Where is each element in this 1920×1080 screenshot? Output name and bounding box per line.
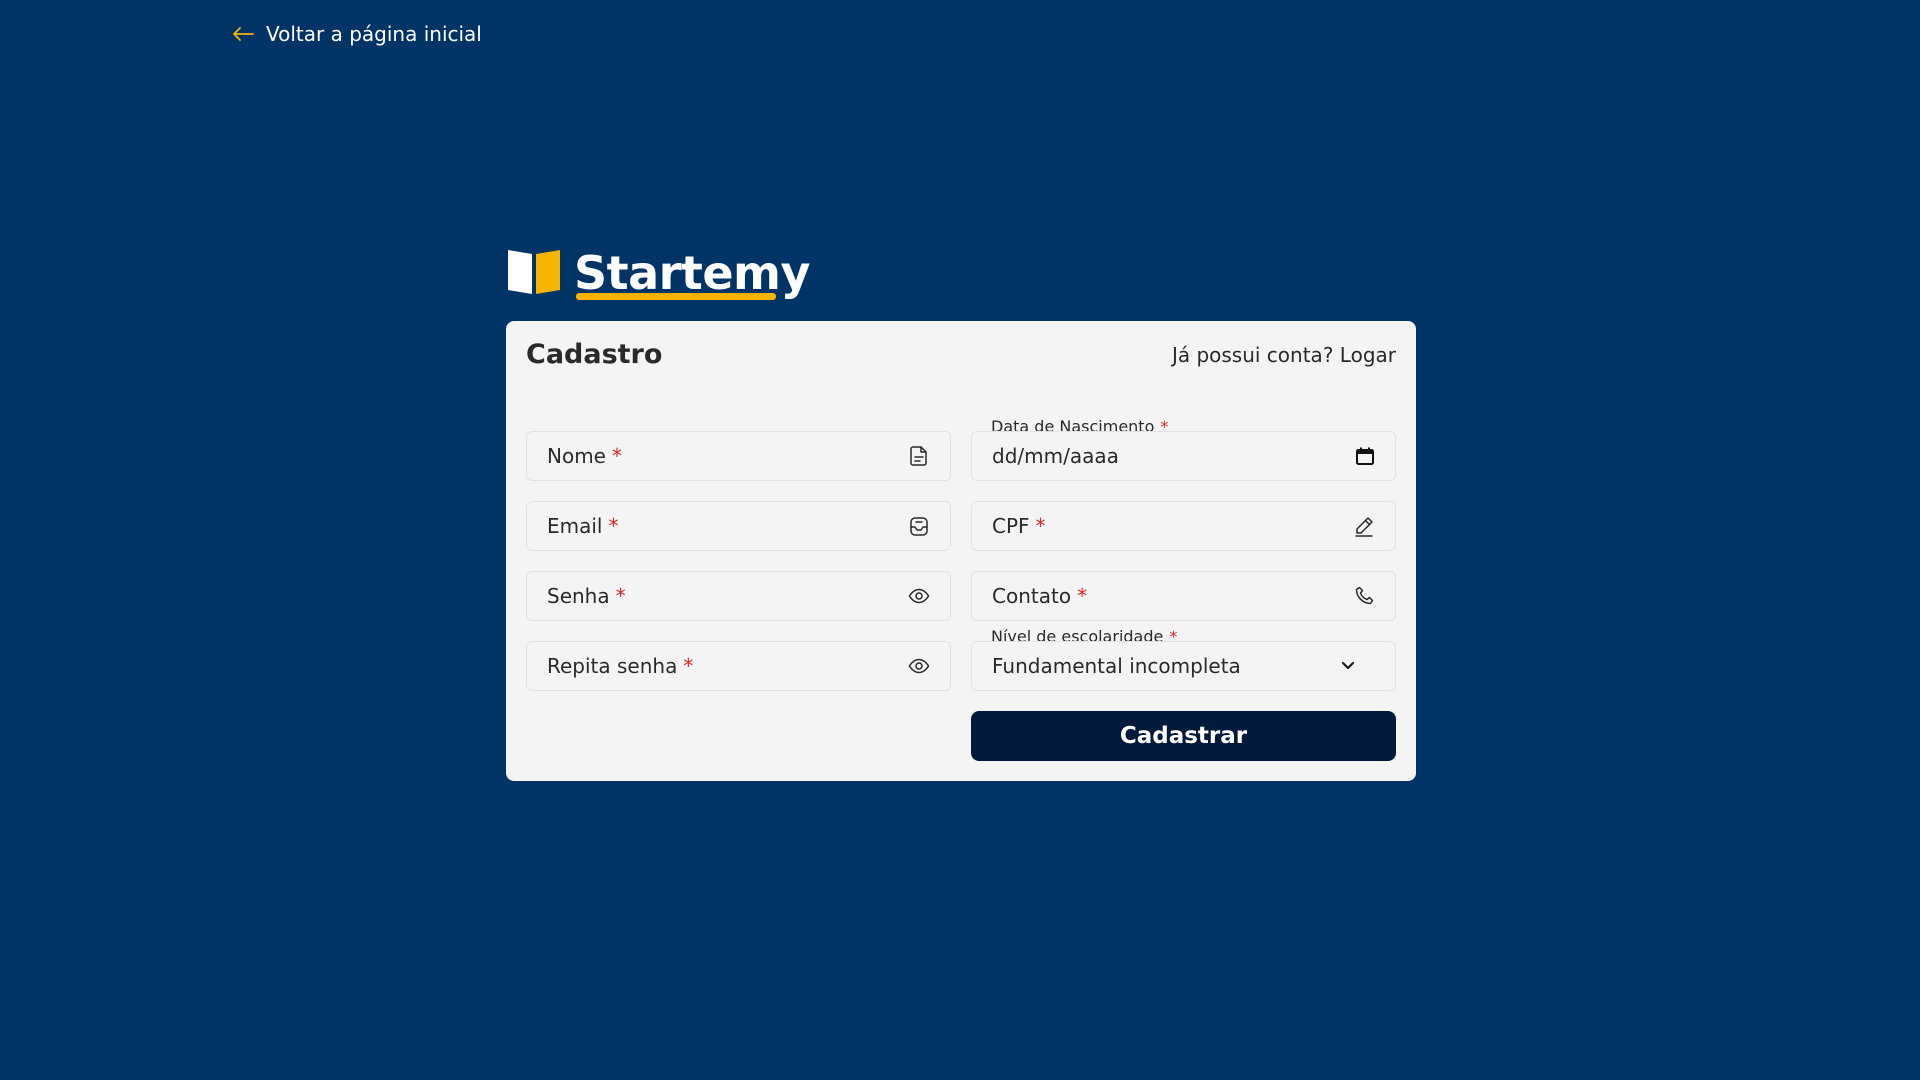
page-title: Cadastro <box>526 339 663 370</box>
birthdate-placeholder: dd/mm/aaaa <box>992 444 1119 468</box>
nome-field[interactable]: Nome * <box>526 431 951 481</box>
email-label: Email <box>547 514 603 538</box>
pencil-icon <box>1353 515 1375 537</box>
required-marker: * <box>615 584 626 608</box>
escolaridade-select[interactable]: Fundamental incompleta <box>971 641 1396 691</box>
eye-icon[interactable] <box>908 655 930 677</box>
required-marker: * <box>608 514 619 538</box>
repita-senha-field[interactable]: Repita senha * <box>526 641 951 691</box>
chevron-down-icon[interactable] <box>1341 661 1355 671</box>
cpf-label: CPF <box>992 514 1030 538</box>
arrow-left-icon <box>232 26 254 42</box>
required-marker: * <box>683 654 694 678</box>
cpf-field[interactable]: CPF * <box>971 501 1396 551</box>
signup-card: Cadastro Já possui conta? Logar Nome * Em… <box>506 321 1416 781</box>
book-icon <box>506 248 562 298</box>
brand-logo: Startemy <box>506 246 810 300</box>
contato-label: Contato <box>992 584 1072 608</box>
escolaridade-value: Fundamental incompleta <box>992 654 1241 678</box>
back-to-home-link[interactable]: Voltar a página inicial <box>232 22 482 46</box>
required-marker: * <box>1035 514 1046 538</box>
senha-field[interactable]: Senha * <box>526 571 951 621</box>
senha-label: Senha <box>547 584 610 608</box>
required-marker: * <box>1077 584 1088 608</box>
required-marker: * <box>611 444 622 468</box>
email-field[interactable]: Email * <box>526 501 951 551</box>
calendar-icon[interactable] <box>1355 446 1375 466</box>
back-link-label: Voltar a página inicial <box>266 22 482 46</box>
brand-name: Startemy <box>574 246 810 300</box>
document-icon <box>908 445 930 467</box>
contato-field[interactable]: Contato * <box>971 571 1396 621</box>
repita-senha-label: Repita senha <box>547 654 678 678</box>
nome-label: Nome <box>547 444 606 468</box>
cadastrar-button[interactable]: Cadastrar <box>971 711 1396 761</box>
phone-icon <box>1353 585 1375 607</box>
birthdate-input[interactable]: dd/mm/aaaa <box>971 431 1396 481</box>
mailbox-icon <box>908 515 930 537</box>
eye-icon[interactable] <box>908 585 930 607</box>
login-link[interactable]: Já possui conta? Logar <box>1172 343 1396 367</box>
